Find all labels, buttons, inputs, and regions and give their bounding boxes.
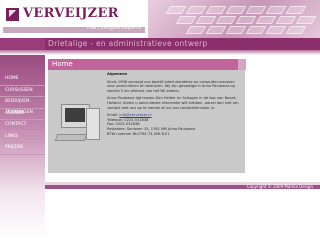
logo-text: VERVEIJZER bbox=[23, 6, 119, 21]
keyboard-key-shape bbox=[245, 26, 267, 34]
keyboard-key-shape bbox=[225, 26, 247, 34]
keyboard-key-shape bbox=[185, 26, 207, 34]
computer-illustration bbox=[54, 104, 101, 150]
copyright-text: Copyright © 2009 Marnix Design bbox=[246, 184, 313, 189]
content-panel: Algemeen Sinds 1998 verzorgt ons bedrijf… bbox=[48, 70, 245, 173]
keyboard-key-shape bbox=[265, 6, 287, 14]
logo-mark-icon bbox=[6, 8, 19, 21]
content-text: Algemeen Sinds 1998 verzorgt ons bedrijf… bbox=[107, 72, 241, 139]
keyboard-key-shape bbox=[285, 6, 307, 14]
footer-bar: Copyright © 2009 Marnix Design bbox=[45, 184, 320, 189]
sidebar-item-links[interactable]: LINKS bbox=[0, 132, 45, 143]
contact-info: FMB | info@verveijzer.nl bbox=[86, 26, 141, 31]
keyboard-key-shape bbox=[295, 16, 317, 24]
phone-number: Telefoon: 0223-532638 bbox=[107, 117, 149, 122]
location-paragraph: Anna Paulowna ligt tussen Den Helder en … bbox=[107, 96, 239, 110]
sidebar-item-contact[interactable]: CONTACT bbox=[0, 120, 45, 132]
keyboard-key-shape bbox=[165, 6, 187, 14]
section-heading: Algemeen bbox=[107, 72, 128, 76]
keyboard-key-shape bbox=[245, 6, 267, 14]
keyboard-photo bbox=[148, 0, 320, 38]
keyboard-key-shape bbox=[275, 16, 297, 24]
postal-address: Postadres: Senioren 15, 1761 NM Anna Pau… bbox=[107, 126, 196, 131]
sidebar-item-cursussen[interactable]: CURSUSSEN bbox=[0, 86, 45, 97]
sidebar: HOME CURSUSSEN BEDRIJVEN TRAININGEN AGEN… bbox=[0, 55, 45, 240]
email-link[interactable]: info@verveijzer.nl bbox=[119, 113, 151, 117]
title-bar-accent bbox=[238, 59, 246, 70]
sidebar-item-agenda[interactable]: AGENDA bbox=[0, 109, 45, 120]
keyboard-key-shape bbox=[175, 16, 197, 24]
slogan-text: Drietalige - en administratieve ontwerp bbox=[48, 39, 208, 48]
keyboard-key-shape bbox=[255, 16, 277, 24]
screen-shape bbox=[65, 108, 85, 122]
keyboard-key-shape bbox=[205, 6, 227, 14]
slogan-band: Drietalige - en administratieve ontwerp bbox=[0, 38, 320, 50]
pc-tower-shape bbox=[86, 108, 100, 140]
keyboard-key-shape bbox=[205, 26, 227, 34]
sidebar-item-home[interactable]: HOME bbox=[0, 74, 45, 86]
keyboard-key-shape bbox=[215, 16, 237, 24]
sidebar-nav: HOME CURSUSSEN BEDRIJVEN TRAININGEN AGEN… bbox=[0, 74, 45, 155]
contact-details: Email: info@verveijzer.nl Telefoon: 0223… bbox=[107, 113, 241, 136]
keyboard-key-shape bbox=[285, 26, 307, 34]
email-label: Email: bbox=[107, 113, 119, 118]
slogan-edge bbox=[0, 50, 320, 55]
logo[interactable]: VERVEIJZER bbox=[3, 5, 118, 21]
btw-number: BTW nummer NL0794.73.309.B.01 bbox=[107, 131, 170, 136]
keyboard-key-shape bbox=[225, 6, 247, 14]
keyboard-key-shape bbox=[235, 16, 257, 24]
page-title: Home bbox=[52, 60, 73, 68]
keyboard-key-shape bbox=[265, 26, 287, 34]
intro-paragraph: Sinds 1998 verzorgt ons bedrijf administ… bbox=[107, 79, 236, 93]
content-title-bar: Home bbox=[48, 59, 238, 70]
fax-number: Fax: 0223-532638 bbox=[107, 122, 140, 127]
keyboard-key-shape bbox=[195, 16, 217, 24]
sidebar-item-prijzen[interactable]: PRIJZEN bbox=[0, 143, 45, 155]
contact-bar: FMB | info@verveijzer.nl bbox=[3, 26, 145, 33]
keyboard-key-shape bbox=[185, 6, 207, 14]
keyboard-shape bbox=[54, 134, 88, 141]
sidebar-item-bedrijven-trainingen[interactable]: BEDRIJVEN TRAININGEN bbox=[0, 97, 45, 115]
